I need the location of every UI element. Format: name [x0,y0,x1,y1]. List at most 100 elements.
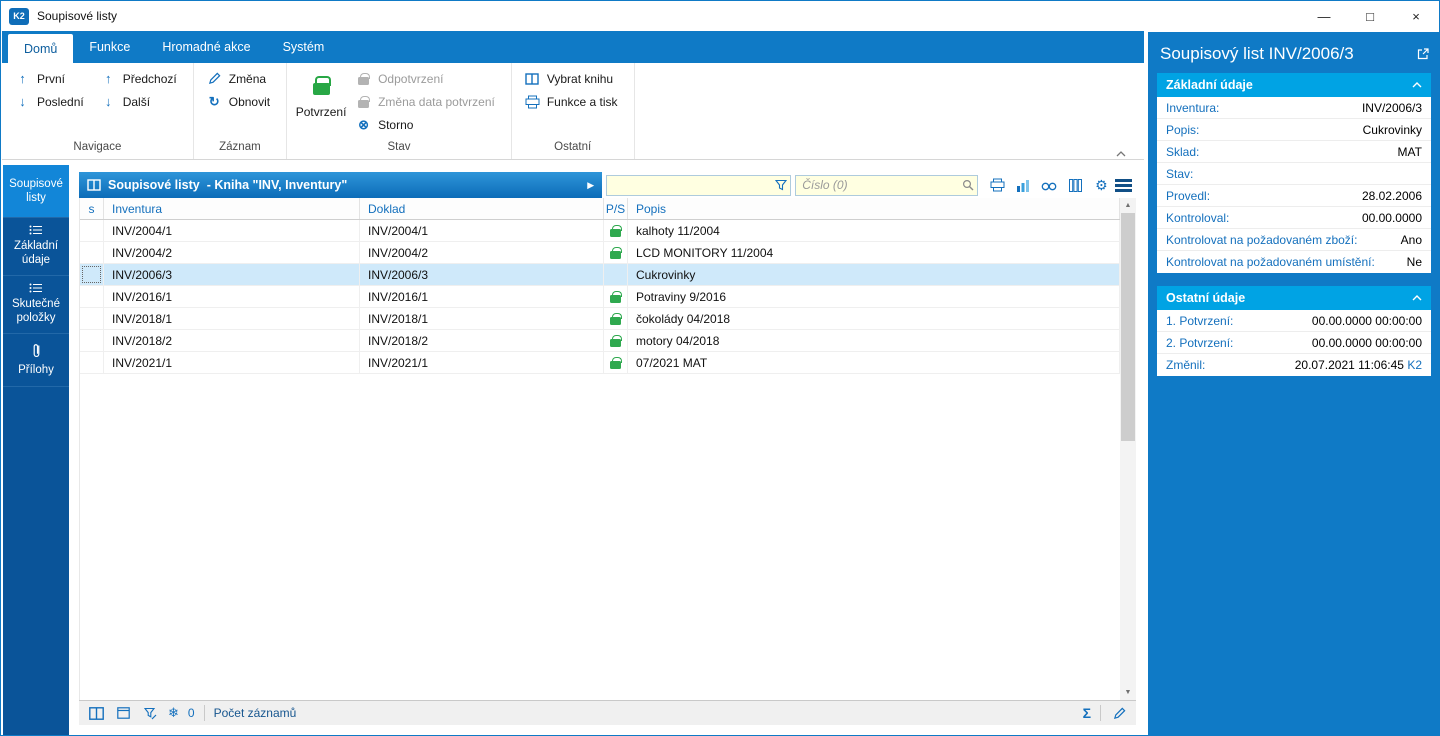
scroll-up-icon[interactable]: ▲ [1120,198,1136,213]
column-header-doklad[interactable]: Doklad [360,198,604,219]
cell-popis: motory 04/2018 [628,330,1120,351]
filter-edit-icon[interactable] [141,704,159,722]
row-state-cell [80,330,104,351]
table-row[interactable]: INV/2004/1 INV/2004/1 kalhoty 11/2004 [80,220,1120,242]
table-title-book: - Kniha "INV, Inventury" [206,178,348,192]
arrow-down-icon: ↓ [19,94,26,109]
sidebar-item-soupisove-listy[interactable]: Soupisové listy [3,165,69,218]
table-row[interactable]: INV/2018/1 INV/2018/1 čokolády 04/2018 [80,308,1120,330]
detail-row: Kontrolovat na požadovaném zboží: Ano [1157,229,1431,251]
snowflake-icon[interactable]: ❄ [168,705,179,721]
detail-row: Stav: [1157,163,1431,185]
column-header-inventura[interactable]: Inventura [104,198,360,219]
next-button[interactable]: ↓ Další [94,90,187,113]
edit-pencil-icon[interactable] [1110,704,1128,722]
sum-icon[interactable]: Σ [1083,705,1091,721]
storno-label: Storno [378,117,414,132]
grid-header: s Inventura Doklad P/S Popis [80,198,1120,220]
field-value: 00.00.0000 00:00:00 [1311,335,1422,350]
cancel-circle-icon: ⊗ [358,116,370,132]
scroll-down-icon[interactable]: ▼ [1120,685,1136,700]
card-header-ostatni[interactable]: Ostatní údaje [1157,286,1431,310]
detail-row: Inventura: INV/2006/3 [1157,97,1431,119]
tab-funkce[interactable]: Funkce [73,31,146,63]
tab-system[interactable]: Systém [267,31,341,63]
field-value: 28.02.2006 [1361,188,1422,203]
maximize-button[interactable]: □ [1347,1,1393,31]
minimize-button[interactable]: — [1301,1,1347,31]
search-icon[interactable] [962,179,974,191]
cell-ps [604,220,628,241]
lock-green-icon [610,334,622,347]
close-button[interactable]: × [1393,1,1439,31]
functions-print-button[interactable]: Funkce a tisk [518,90,628,113]
gear-icon[interactable]: ⚙ [1092,176,1110,194]
column-header-popis[interactable]: Popis [628,198,1120,219]
ribbon-group-navigace: ↑ První ↓ Poslední ↑ Předchozí ↓ Další N… [2,63,194,159]
table-title: Soupisové listy [108,178,200,192]
detail-row: Kontrolovat na požadovaném umístění: Ne [1157,251,1431,273]
binoculars-icon[interactable] [1040,176,1058,194]
cell-inventura: INV/2018/1 [104,308,360,329]
print-icon[interactable] [988,176,1006,194]
window-title: Soupisové listy [37,9,118,23]
table-row[interactable]: INV/2016/1 INV/2016/1 Potraviny 9/2016 [80,286,1120,308]
change-confirm-date-button[interactable]: Změna data potvrzení [349,90,505,113]
storno-button[interactable]: ⊗ Storno [349,113,505,136]
lock-green-icon [610,224,622,237]
scrollbar-thumb[interactable] [1121,213,1135,441]
ribbon-collapse-chevron-icon[interactable] [1116,151,1126,157]
lock-green-icon [610,312,622,325]
sidebar-item-skutecne-polozky[interactable]: Skutečné položky [3,276,69,334]
previous-button[interactable]: ↑ Předchozí [94,67,187,90]
detail-row: Sklad: MAT [1157,141,1431,163]
grid-toolbar-strip: Soupisové listy - Kniha "INV, Inventury"… [79,172,1136,198]
grid: s Inventura Doklad P/S Popis INV/2004/1 … [79,198,1136,700]
column-header-ps[interactable]: P/S [604,198,628,219]
panel-icon[interactable] [114,704,132,722]
first-button[interactable]: ↑ První [8,67,94,90]
open-in-window-icon[interactable] [1416,47,1430,61]
filter-input[interactable] [606,174,792,196]
cell-ps [604,330,628,351]
columns-icon[interactable] [1066,176,1084,194]
field-label: 1. Potvrzení: [1166,313,1234,328]
unconfirm-button[interactable]: Odpotvrzení [349,67,505,90]
tab-domu[interactable]: Domů [8,34,74,63]
sidebar-item-prilohy[interactable]: Přílohy [3,334,69,387]
table-row[interactable]: INV/2004/2 INV/2004/2 LCD MONITORY 11/20… [80,242,1120,264]
chart-icon[interactable] [1014,176,1032,194]
row-state-cell [80,242,104,263]
book-title-bar[interactable]: Soupisové listy - Kniha "INV, Inventury"… [79,172,603,198]
card-header-zakladni[interactable]: Základní údaje [1157,73,1431,97]
field-value: Cukrovinky [1362,122,1422,137]
titlebar: K2 Soupisové listy — □ × [1,1,1439,31]
sidebar-item-zakladni-udaje[interactable]: Základní údaje [3,218,69,276]
unconfirm-label: Odpotvrzení [378,71,444,86]
title-expand-arrow-icon[interactable]: ▶ [587,180,594,191]
menu-button[interactable] [1110,178,1136,192]
table-row[interactable]: INV/2021/1 INV/2021/1 07/2021 MAT [80,352,1120,374]
row-state-cell [80,352,104,373]
refresh-icon: ↻ [208,93,220,109]
table-row-selected[interactable]: INV/2006/3 INV/2006/3 Cukrovinky [80,264,1120,286]
last-button[interactable]: ↓ Poslední [8,90,94,113]
change-button[interactable]: Změna [200,67,280,90]
tab-hromadne-akce[interactable]: Hromadné akce [146,31,266,63]
cell-doklad: INV/2006/3 [360,264,604,285]
cell-doklad: INV/2016/1 [360,286,604,307]
panes-icon[interactable] [87,704,105,722]
filter-funnel-icon[interactable] [775,179,788,191]
lock-gray-icon [355,72,372,85]
select-book-button[interactable]: Vybrat knihu [518,67,628,90]
table-row[interactable]: INV/2018/2 INV/2018/2 motory 04/2018 [80,330,1120,352]
vertical-scrollbar[interactable]: ▲ ▼ [1120,198,1136,700]
confirm-button[interactable]: Potvrzení [293,67,349,140]
cell-inventura: INV/2004/1 [104,220,360,241]
search-input[interactable] [795,174,979,196]
column-header-s[interactable]: s [80,198,104,219]
row-state-cell [80,264,104,285]
printer-icon [524,95,541,109]
refresh-button[interactable]: ↻ Obnovit [200,90,280,113]
sidebar: Soupisové listy Základní údaje Skutečné … [3,165,69,735]
